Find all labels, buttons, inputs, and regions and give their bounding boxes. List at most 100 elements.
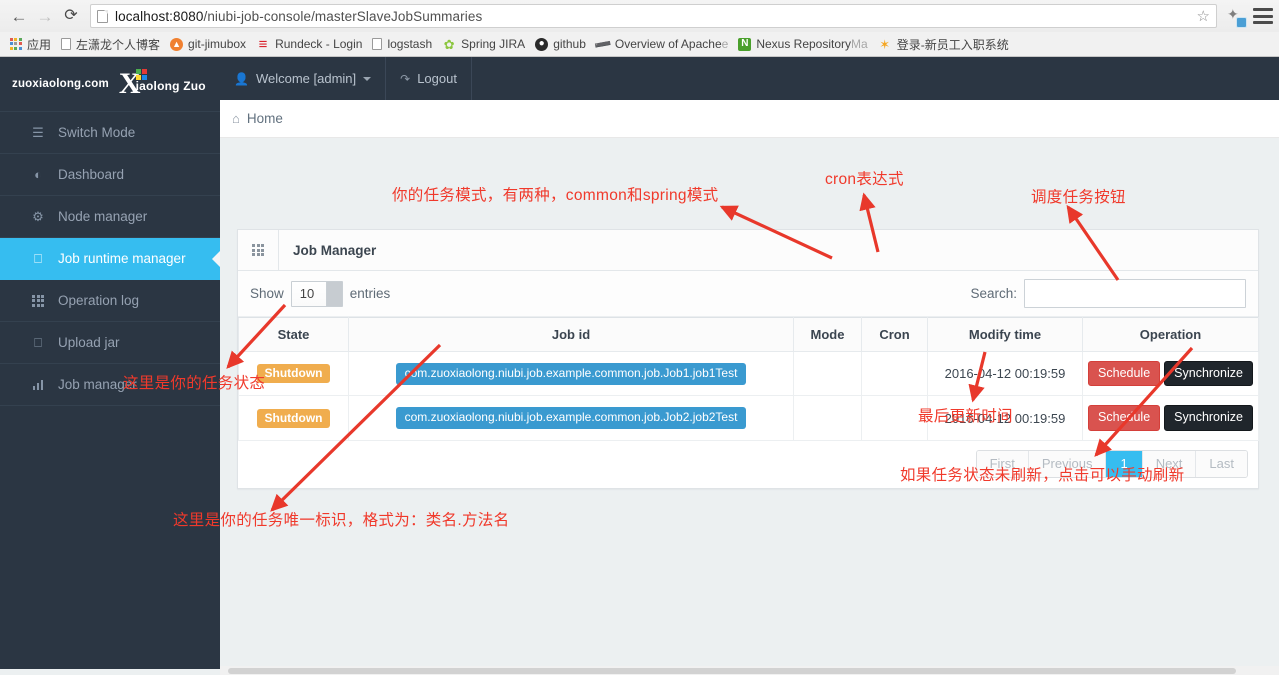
table-row: Shutdown com.zuoxiaolong.niubi.job.examp… (239, 396, 1259, 440)
bookmark-rundeck[interactable]: ≡ Rundeck - Login (254, 33, 370, 55)
grid-icon (238, 230, 279, 270)
grid-icon (28, 295, 48, 307)
sidebar-item-switch-mode[interactable]: ☰ Switch Mode (0, 112, 220, 154)
forward-arrow-icon: → (32, 3, 58, 29)
url-host: localhost:8080 (115, 9, 203, 24)
pagination: First Previous 1 Next Last (976, 450, 1248, 478)
entries-label: entries (350, 286, 391, 301)
dashboard-icon: ◐ (28, 167, 48, 182)
page-length-value: 10 (300, 286, 314, 301)
sidebar-item-upload-jar[interactable]: ⎕ Upload jar (0, 322, 220, 364)
column-header-job-id[interactable]: Job id (349, 318, 794, 352)
brand-header: zuoxiaolong.com X iaolong Zuo (0, 57, 220, 112)
welcome-user-menu[interactable]: 👤 Welcome [admin] (220, 57, 386, 100)
app-viewport: zuoxiaolong.com X iaolong Zuo ☰ Switch M… (0, 57, 1279, 675)
browser-chrome: ← → ⟳ localhost:8080/niubi-job-console/m… (0, 0, 1279, 57)
cell-modify-time: 2016-04-12 00:19:59 (928, 352, 1083, 396)
bookmark-label: Spring JIRA (461, 37, 525, 51)
page-info-icon (97, 10, 108, 23)
home-icon: ⌂ (232, 111, 240, 126)
browser-menu-icon[interactable] (1253, 7, 1273, 25)
cell-mode (794, 352, 862, 396)
bookmark-spring-jira[interactable]: ✿ Spring JIRA (440, 33, 533, 55)
column-header-state[interactable]: State (239, 318, 349, 352)
monitor-icon: ⎕ (28, 335, 48, 351)
breadcrumb: ⌂ Home (220, 100, 1279, 138)
bookmark-label-truncated: Ma (851, 37, 868, 51)
bookmark-git-jimubox[interactable]: ▲ git-jimubox (168, 33, 254, 55)
status-badge: Shutdown (257, 409, 331, 428)
pagination-page-1[interactable]: 1 (1106, 451, 1142, 477)
job-manager-panel: Job Manager Show 10 entries Search: (237, 229, 1259, 489)
address-bar[interactable]: localhost:8080/niubi-job-console/masterS… (90, 4, 1217, 28)
schedule-button[interactable]: Schedule (1088, 361, 1160, 386)
search-input[interactable] (1024, 279, 1246, 308)
bookmark-nexus[interactable]: N Nexus Repository Ma (736, 33, 875, 55)
sidebar-item-label: Upload jar (58, 335, 120, 350)
brand-logo-squares (136, 69, 147, 80)
table-header-row: State Job id Mode Cron Modify time Opera… (239, 318, 1259, 352)
column-header-mode[interactable]: Mode (794, 318, 862, 352)
schedule-button[interactable]: Schedule (1088, 405, 1160, 430)
datatable-footer: First Previous 1 Next Last (238, 441, 1258, 488)
column-header-modify-time[interactable]: Modify time (928, 318, 1083, 352)
reload-icon[interactable]: ⟳ (58, 3, 84, 29)
cell-cron (862, 396, 928, 440)
sidebar-item-label: Operation log (58, 293, 139, 308)
logout-button[interactable]: ↷ Logout (386, 57, 472, 100)
bookmark-apps[interactable]: 应用 (7, 33, 59, 55)
job-table: State Job id Mode Cron Modify time Opera… (238, 317, 1259, 441)
pagination-next[interactable]: Next (1143, 451, 1197, 477)
datatable-controls: Show 10 entries Search: (238, 271, 1258, 317)
monitor-icon: ⎕ (28, 251, 48, 267)
pagination-previous[interactable]: Previous (1029, 451, 1107, 477)
page-length-control: Show 10 entries (250, 281, 390, 307)
sidebar-item-node-manager[interactable]: ⚙ Node manager (0, 196, 220, 238)
scrollbar-thumb[interactable] (228, 668, 1236, 674)
job-id-badge: com.zuoxiaolong.niubi.job.example.common… (396, 363, 747, 385)
bookmark-github[interactable]: ● github (533, 33, 594, 55)
bookmark-label: Nexus Repository (756, 37, 851, 51)
bookmark-label: 左潇龙个人博客 (76, 36, 160, 53)
panel-title: Job Manager (279, 243, 376, 258)
column-header-cron[interactable]: Cron (862, 318, 928, 352)
back-arrow-icon[interactable]: ← (6, 3, 32, 29)
sidebar-nav: ☰ Switch Mode ◐ Dashboard ⚙ Node manager… (0, 112, 220, 406)
sidebar: zuoxiaolong.com X iaolong Zuo ☰ Switch M… (0, 57, 220, 669)
gear-icon: ⚙ (28, 209, 48, 225)
bookmark-apache[interactable]: ➖ Overview of Apachee (594, 33, 736, 55)
breadcrumb-home-label[interactable]: Home (247, 111, 283, 126)
bookmark-logstash[interactable]: logstash (370, 33, 440, 55)
topbar: 👤 Welcome [admin] ↷ Logout (220, 57, 1279, 100)
url-text: localhost:8080/niubi-job-console/masterS… (115, 9, 482, 24)
synchronize-button[interactable]: Synchronize (1164, 361, 1253, 386)
github-icon: ● (535, 38, 548, 51)
bookmark-onboarding[interactable]: ✶ 登录-新员工入职系统 (876, 33, 1017, 55)
table-header: State Job id Mode Cron Modify time Opera… (239, 318, 1259, 352)
page-length-select[interactable]: 10 (291, 281, 343, 307)
url-path: /niubi-job-console/masterSlaveJobSummari… (203, 9, 482, 24)
search-control: Search: (970, 279, 1246, 308)
bookmarks-bar: 应用 左潇龙个人博客 ▲ git-jimubox ≡ Rundeck - Log… (0, 32, 1279, 56)
brand-logo: X iaolong Zuo (119, 69, 206, 99)
column-header-operation[interactable]: Operation (1083, 318, 1259, 352)
cell-operation: ScheduleSynchronize (1083, 396, 1259, 440)
sidebar-item-job-manager[interactable]: Job manager (0, 364, 220, 406)
bookmark-label: git-jimubox (188, 37, 246, 51)
sidebar-item-job-runtime-manager[interactable]: ⎕ Job runtime manager (0, 238, 220, 280)
bookmark-blog[interactable]: 左潇龙个人博客 (59, 33, 168, 55)
sidebar-item-dashboard[interactable]: ◐ Dashboard (0, 154, 220, 196)
horizontal-scrollbar[interactable] (220, 666, 1279, 675)
extension-icon[interactable]: ✦ (1225, 5, 1247, 27)
logout-icon: ↷ (400, 72, 410, 86)
cell-state: Shutdown (239, 396, 349, 440)
bar-chart-icon (28, 379, 48, 390)
bookmark-star-icon[interactable]: ☆ (1189, 7, 1210, 25)
pagination-last[interactable]: Last (1196, 451, 1247, 477)
panel-header: Job Manager (238, 230, 1258, 271)
synchronize-button[interactable]: Synchronize (1164, 405, 1253, 430)
pagination-first[interactable]: First (977, 451, 1029, 477)
main-content: Job Manager Show 10 entries Search: (220, 138, 1279, 675)
browser-toolbar: ← → ⟳ localhost:8080/niubi-job-console/m… (0, 0, 1279, 32)
sidebar-item-operation-log[interactable]: Operation log (0, 280, 220, 322)
